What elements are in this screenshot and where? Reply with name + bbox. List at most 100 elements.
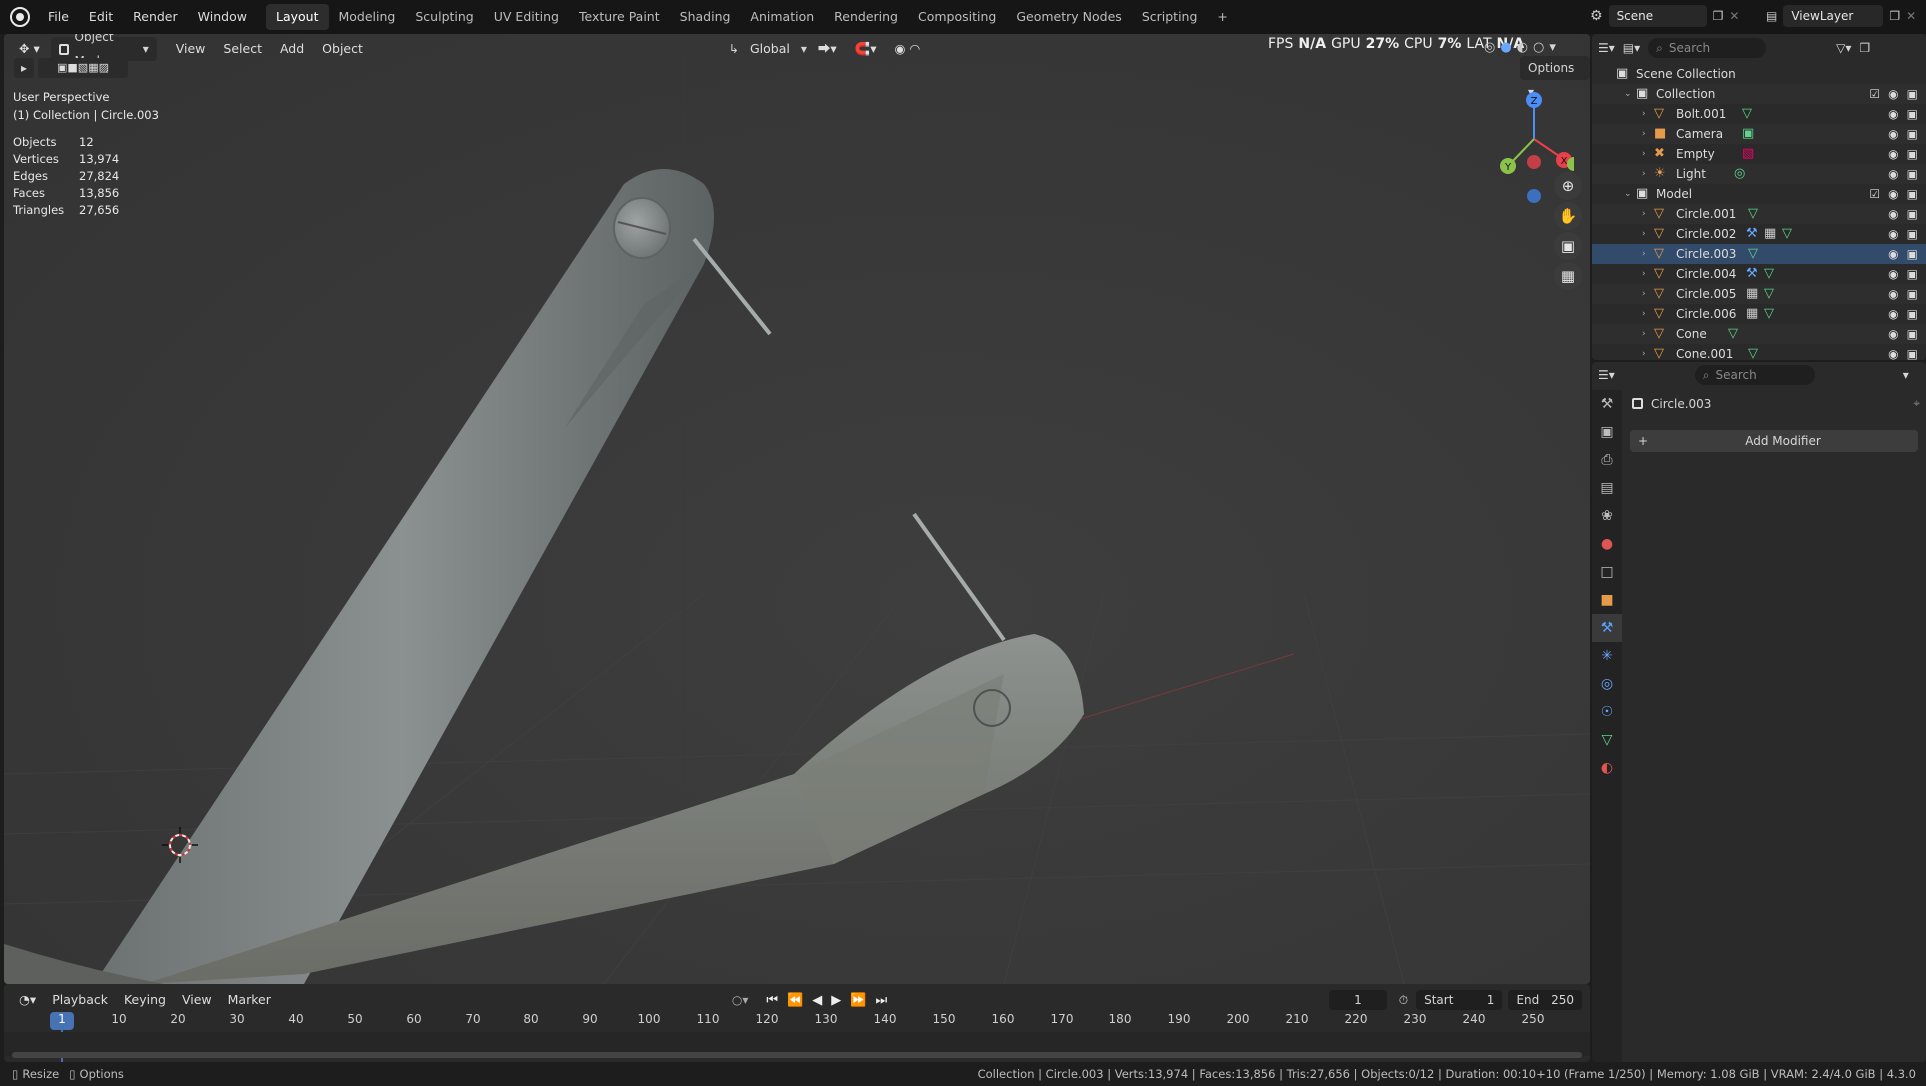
tab-uv-editing[interactable]: UV Editing bbox=[484, 4, 569, 30]
options-button[interactable]: Options ▾ bbox=[1520, 56, 1590, 99]
eye-icon[interactable]: ◉ bbox=[1888, 284, 1898, 304]
chevron-right-icon[interactable]: › bbox=[1642, 304, 1652, 324]
eye-icon[interactable]: ◉ bbox=[1888, 244, 1898, 264]
outliner-row[interactable]: › ▽ Bolt.001 ▽ ◉ ▣ bbox=[1592, 104, 1926, 124]
prev-keyframe-icon[interactable]: ⏪ bbox=[787, 993, 803, 1008]
menu-add[interactable]: Add bbox=[273, 37, 311, 61]
zoom-icon[interactable]: ⊕ bbox=[1554, 172, 1582, 200]
outliner-row-selected[interactable]: › ▽ Circle.003 ▽ ◉ ▣ bbox=[1592, 244, 1926, 264]
eye-icon[interactable]: ◉ bbox=[1888, 264, 1898, 284]
menu-view[interactable]: View bbox=[175, 988, 219, 1012]
eye-icon[interactable]: ◉ bbox=[1888, 184, 1898, 204]
frame-ruler[interactable]: 1 10 20 30 40 50 60 70 80 90 100 110 120… bbox=[4, 1010, 1590, 1062]
object-tab-icon[interactable]: ■ bbox=[1592, 586, 1622, 614]
camera-icon[interactable]: ▣ bbox=[1907, 204, 1918, 224]
add-modifier-button[interactable]: + Add Modifier bbox=[1630, 430, 1918, 452]
camera-icon[interactable]: ▣ bbox=[1907, 184, 1918, 204]
data-tab-icon[interactable]: ▽ bbox=[1592, 726, 1622, 754]
camera-icon[interactable]: ▣ bbox=[1907, 164, 1918, 184]
menu-file[interactable]: File bbox=[38, 0, 79, 34]
start-frame-field[interactable]: Start 1 bbox=[1416, 990, 1503, 1010]
menu-select[interactable]: Select bbox=[216, 37, 269, 61]
new-scene-icon[interactable]: ❐ bbox=[1713, 9, 1724, 23]
editor-type-icon[interactable]: ☰▾ bbox=[1598, 41, 1615, 55]
camera-icon[interactable]: ▣ bbox=[1907, 264, 1918, 284]
camera-icon[interactable]: ▣ bbox=[1907, 224, 1918, 244]
chevron-down-icon[interactable]: ▾ bbox=[1549, 40, 1556, 55]
outliner-row[interactable]: › ▽ Cone ▽ ◉ ▣ bbox=[1592, 324, 1926, 344]
particles-tab-icon[interactable]: ✳ bbox=[1592, 642, 1622, 670]
chevron-right-icon[interactable]: › bbox=[1642, 324, 1652, 344]
auto-keying-icon[interactable]: ○▾ bbox=[732, 993, 749, 1007]
tab-scripting[interactable]: Scripting bbox=[1132, 4, 1208, 30]
menu-render[interactable]: Render bbox=[123, 0, 188, 34]
material-tab-icon[interactable]: ◐ bbox=[1592, 754, 1622, 782]
chevron-right-icon[interactable]: › bbox=[1642, 164, 1652, 184]
play-icon[interactable]: ▶ bbox=[831, 993, 841, 1008]
eye-icon[interactable]: ◉ bbox=[1888, 204, 1898, 224]
new-collection-icon[interactable]: ❐ bbox=[1859, 41, 1870, 55]
menu-object[interactable]: Object bbox=[315, 37, 370, 61]
stopwatch-icon[interactable]: ⏱ bbox=[1399, 993, 1408, 1008]
tab-rendering[interactable]: Rendering bbox=[824, 4, 908, 30]
outliner-row[interactable]: › ▽ Circle.001 ▽ ◉ ▣ bbox=[1592, 204, 1926, 224]
outliner-row[interactable]: › ▽ Circle.005 ▦ ▽ ◉ ▣ bbox=[1592, 284, 1926, 304]
rendered-shading-icon[interactable]: ○ bbox=[1533, 40, 1544, 55]
transform-orientation[interactable]: ↳ Global ▾ bbox=[729, 37, 807, 61]
outliner-row[interactable]: › ▽ Circle.006 ▦ ▽ ◉ ▣ bbox=[1592, 304, 1926, 324]
camera-icon[interactable]: ▣ bbox=[1907, 324, 1918, 344]
outliner-search-input[interactable]: ⌕ Search bbox=[1648, 38, 1767, 58]
tab-animation[interactable]: Animation bbox=[740, 4, 824, 30]
tab-geometry-nodes[interactable]: Geometry Nodes bbox=[1006, 4, 1131, 30]
camera-icon[interactable]: ▣ bbox=[1907, 84, 1918, 104]
editor-type-icon[interactable]: ◔▾ bbox=[12, 988, 43, 1012]
jump-start-icon[interactable]: ⏮ bbox=[766, 993, 778, 1008]
chevron-right-icon[interactable]: › bbox=[1642, 124, 1652, 144]
scene-name-field[interactable]: Scene bbox=[1608, 5, 1707, 27]
play-reverse-icon[interactable]: ◀ bbox=[812, 993, 822, 1008]
solid-shading-icon[interactable]: ● bbox=[1500, 40, 1511, 55]
eye-icon[interactable]: ◉ bbox=[1888, 344, 1898, 360]
menu-edit[interactable]: Edit bbox=[79, 0, 123, 34]
view-layer-tab-icon[interactable]: ▤ bbox=[1592, 474, 1622, 502]
camera-icon[interactable]: ▣ bbox=[1907, 244, 1918, 264]
scene-icon[interactable]: ⚙ bbox=[1590, 8, 1603, 24]
new-viewlayer-icon[interactable]: ❐ bbox=[1889, 9, 1900, 23]
outliner-row[interactable]: › ✖ Empty ▧ ◉ ▣ bbox=[1592, 144, 1926, 164]
select-tool-icon[interactable]: ▸ bbox=[14, 58, 34, 78]
chevron-right-icon[interactable]: › bbox=[1642, 264, 1652, 284]
output-tab-icon[interactable]: ⎙ bbox=[1592, 446, 1622, 474]
chevron-right-icon[interactable]: › bbox=[1642, 344, 1652, 360]
chevron-down-icon[interactable]: ⌄ bbox=[1624, 84, 1634, 104]
timeline-scrollbar[interactable] bbox=[12, 1052, 1582, 1058]
chevron-down-icon[interactable]: ⌄ bbox=[1624, 184, 1634, 204]
next-keyframe-icon[interactable]: ⏩ bbox=[850, 993, 866, 1008]
chevron-right-icon[interactable]: › bbox=[1642, 244, 1652, 264]
material-shading-icon[interactable]: ◐ bbox=[1517, 40, 1528, 55]
outliner-row[interactable]: ⌄ ▣ Collection ☑ ◉ ▣ bbox=[1592, 84, 1926, 104]
chevron-right-icon[interactable]: › bbox=[1642, 144, 1652, 164]
eye-icon[interactable]: ◉ bbox=[1888, 164, 1898, 184]
pan-hand-icon[interactable]: ✋ bbox=[1554, 202, 1582, 230]
menu-keying[interactable]: Keying ▾ bbox=[117, 988, 173, 1031]
jump-end-icon[interactable]: ⏭ bbox=[875, 993, 887, 1008]
pivot-icon[interactable]: ⮕▾ bbox=[811, 37, 844, 61]
menu-playback[interactable]: Playback ▾ bbox=[45, 988, 115, 1031]
pin-icon[interactable]: ⌖ bbox=[1913, 396, 1920, 411]
eye-icon[interactable]: ◉ bbox=[1888, 124, 1898, 144]
collection-tab-icon[interactable]: □ bbox=[1592, 558, 1622, 586]
eye-icon[interactable]: ◉ bbox=[1888, 304, 1898, 324]
render-tab-icon[interactable]: ▣ bbox=[1592, 418, 1622, 446]
editor-type-icon[interactable]: ☰▾ bbox=[1598, 368, 1615, 382]
select-box-modes-icon[interactable]: ▣■▧▦▨ bbox=[38, 58, 128, 78]
chevron-right-icon[interactable]: › bbox=[1642, 224, 1652, 244]
outliner-row[interactable]: ▣ Scene Collection bbox=[1592, 64, 1926, 84]
display-mode-icon[interactable]: ▤▾ bbox=[1623, 41, 1640, 55]
tab-modeling[interactable]: Modeling bbox=[329, 4, 406, 30]
checkbox-icon[interactable]: ☑ bbox=[1869, 84, 1880, 104]
outliner-row[interactable]: › ▽ Circle.002 ⚒ ▦ ▽ ◉ ▣ bbox=[1592, 224, 1926, 244]
tab-shading[interactable]: Shading bbox=[670, 4, 741, 30]
eye-icon[interactable]: ◉ bbox=[1888, 144, 1898, 164]
viewlayer-icon[interactable]: ▤ bbox=[1766, 9, 1777, 23]
menu-view[interactable]: View bbox=[169, 37, 213, 61]
